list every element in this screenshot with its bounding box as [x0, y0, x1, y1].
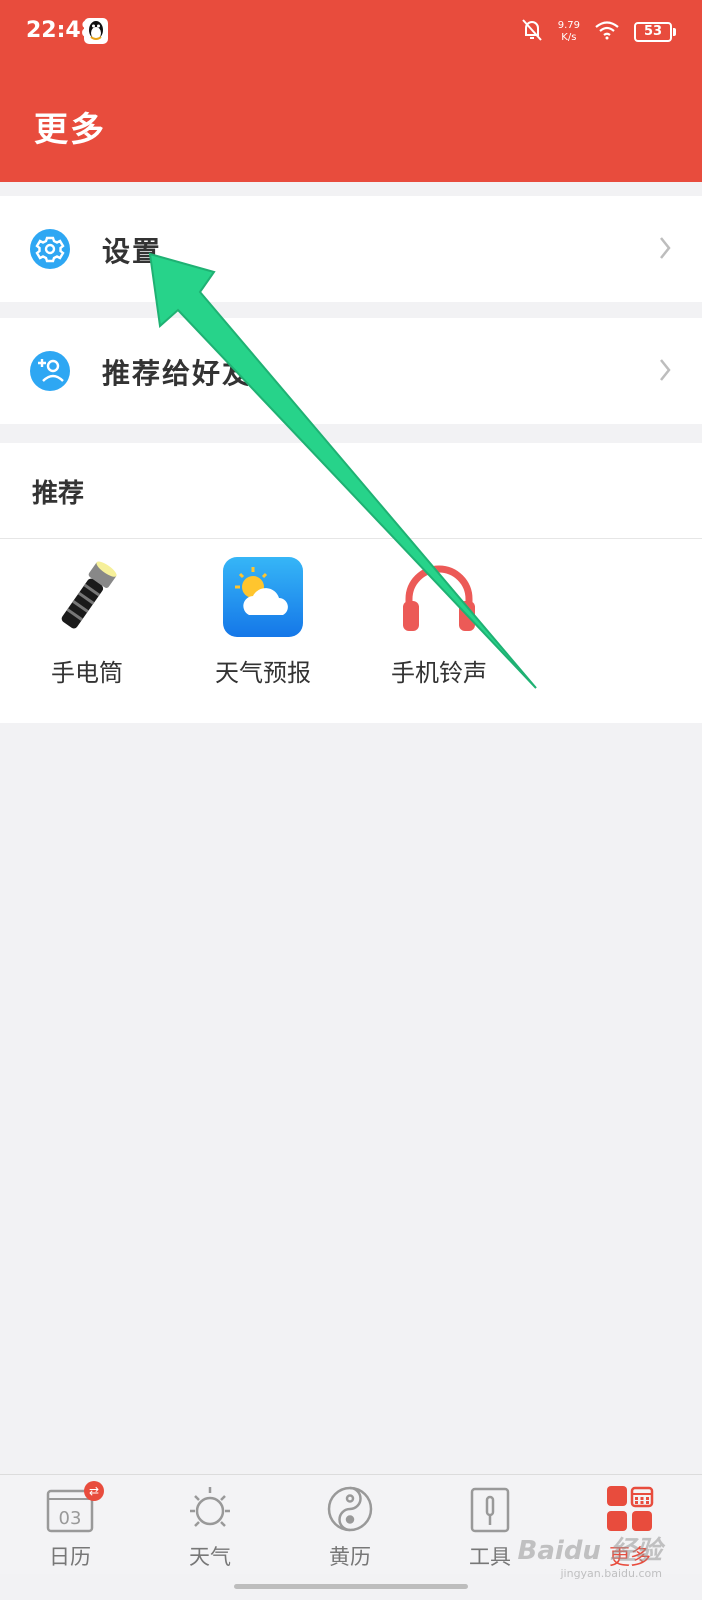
qq-notification-icon	[84, 18, 108, 44]
flashlight-icon	[47, 557, 127, 637]
divider	[0, 538, 702, 539]
sun-icon	[186, 1485, 234, 1533]
tab-label-almanac: 黄历	[329, 1545, 371, 1569]
home-indicator[interactable]	[234, 1584, 468, 1589]
flashlight-label: 手电筒	[51, 659, 123, 687]
sync-badge-icon: ⇄	[84, 1481, 104, 1501]
recommend-item-ringtone[interactable]: 手机铃声	[364, 557, 514, 707]
page-title: 更多	[34, 110, 106, 150]
recommend-friend-label: 推荐给好友	[102, 357, 253, 390]
menu-item-recommend-friend[interactable]: 推荐给好友	[0, 318, 702, 424]
tab-weather[interactable]: 天气	[140, 1475, 280, 1575]
recommend-section: 推荐 手电筒 天气预报 手机铃声	[0, 443, 702, 723]
tab-label-calendar: 日历	[49, 1545, 91, 1569]
baidu-watermark: Baidu 经验 jingyan.baidu.com	[518, 1530, 662, 1580]
weather-icon	[223, 557, 303, 637]
settings-label: 设置	[102, 235, 163, 268]
net-speed: 9.79 K/s	[558, 20, 580, 44]
tab-label-weather: 天气	[189, 1545, 231, 1569]
yin-yang-icon	[326, 1485, 374, 1533]
watermark-brand: Baidu 经验	[517, 1536, 662, 1566]
battery-level: 53	[634, 22, 672, 42]
tab-calendar[interactable]: 03 ⇄ 日历	[0, 1475, 140, 1575]
mute-bell-icon	[520, 17, 544, 47]
status-bar: 22:48 9.79 K/s 53	[0, 0, 702, 64]
battery-icon: 53	[634, 22, 676, 42]
headphones-icon	[399, 557, 479, 637]
net-speed-value: 9.79	[557, 20, 580, 31]
more-grid-icon	[606, 1485, 654, 1533]
gear-icon	[30, 229, 70, 269]
calendar-date: 03	[59, 1508, 82, 1529]
recommend-item-flashlight[interactable]: 手电筒	[12, 557, 162, 707]
recommend-item-weather[interactable]: 天气预报	[188, 557, 338, 707]
chevron-right-icon	[658, 355, 672, 385]
weather-label: 天气预报	[215, 659, 311, 687]
ringtone-label: 手机铃声	[391, 659, 487, 687]
wifi-icon	[594, 19, 620, 45]
toolbox-icon	[466, 1485, 514, 1533]
net-speed-unit: K/s	[561, 32, 577, 43]
chevron-right-icon	[658, 233, 672, 263]
add-friend-icon	[30, 351, 70, 391]
recommend-title: 推荐	[32, 479, 85, 509]
menu-item-settings[interactable]: 设置	[0, 196, 702, 302]
tab-almanac[interactable]: 黄历	[280, 1475, 420, 1575]
watermark-url: jingyan.baidu.com	[560, 1567, 662, 1580]
app-header: 更多	[0, 64, 702, 182]
